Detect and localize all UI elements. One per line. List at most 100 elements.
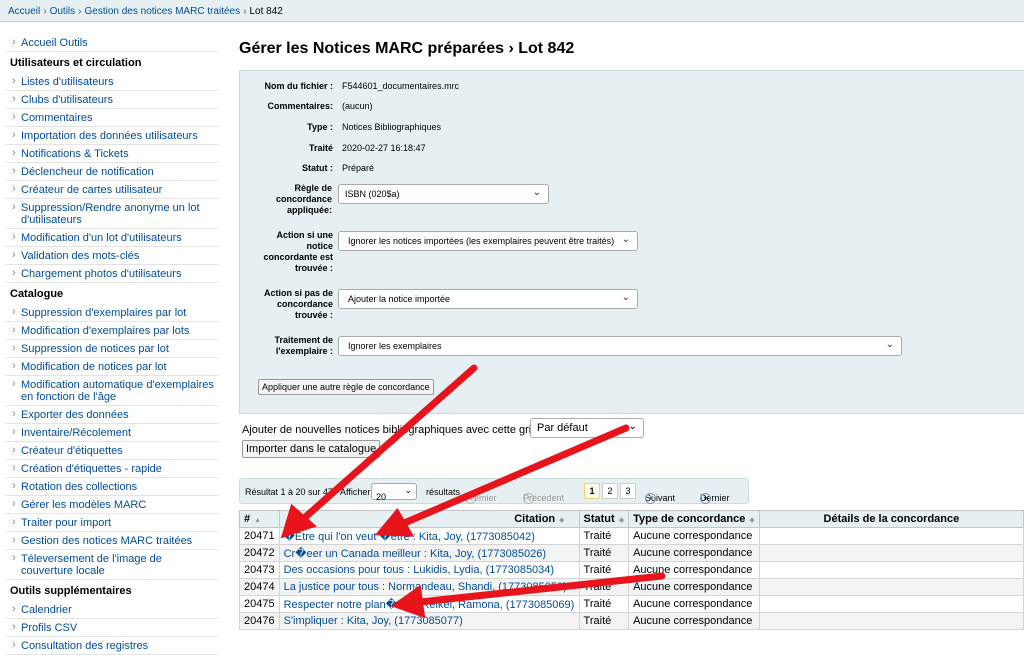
sidebar-item[interactable]: Déclencheur de notification — [6, 163, 218, 181]
per-page-value: 20 — [376, 492, 387, 502]
match-rule-select[interactable]: ISBN (020$a) ⌄ — [338, 184, 549, 204]
header-id-label: # — [244, 513, 251, 525]
citation-link[interactable]: Des occasions pour tous : Lukidis, Lydia… — [284, 564, 554, 576]
header-match-details-label: Détails de la concordance — [823, 513, 960, 525]
results-label: résultats — [426, 487, 461, 497]
citation-link[interactable]: �Etre qui l'on veut �etre : Kita, Joy, (… — [284, 531, 535, 543]
prev-page-label: Précédent — [523, 493, 565, 503]
header-match-type-label: Type de concordance — [633, 513, 746, 525]
sidebar-item[interactable]: Modification d'exemplaires par lots — [6, 322, 218, 340]
framework-select[interactable]: Par défaut ⌄ — [530, 418, 644, 438]
sidebar-item[interactable]: Création d'étiquettes - rapide — [6, 460, 218, 478]
column-header-status[interactable]: Statut ◆ — [578, 510, 630, 528]
sidebar-item[interactable]: Validation des mots-clés — [6, 247, 218, 265]
row-id: 20475 — [239, 595, 280, 613]
sidebar-item[interactable]: Importation des données utilisateurs — [6, 127, 218, 145]
per-page-select[interactable]: 20 ⌄ — [371, 483, 417, 502]
header-status-label: Statut — [583, 513, 615, 525]
sidebar-item[interactable]: Modification de notices par lot — [6, 358, 218, 376]
citation-link[interactable]: La justice pour tous : Normandeau, Shand… — [284, 581, 567, 593]
sidebar-item[interactable]: Profils CSV — [6, 619, 218, 637]
sidebar-item[interactable]: Créateur d'étiquettes — [6, 442, 218, 460]
sidebar-item[interactable]: Suppression d'exemplaires par lot — [6, 304, 218, 322]
page-number[interactable]: 2 — [602, 483, 618, 499]
pagination-bar: Résultat 1 à 20 sur 47 Afficher 20 ⌄ résu… — [239, 478, 749, 504]
sidebar-item[interactable]: Téleversement de l'image de couverture l… — [6, 550, 218, 580]
row-id: 20474 — [239, 578, 280, 596]
sidebar-item[interactable]: Commentaires — [6, 109, 218, 127]
citation-link[interactable]: Respecter notre plan�ete : Reikel, Ramon… — [284, 599, 575, 611]
framework-label: Ajouter de nouvelles notices bibliograph… — [242, 424, 549, 436]
chevron-down-icon: ⌄ — [621, 292, 630, 303]
row-match-type: Aucune correspondance — [628, 527, 760, 545]
page-number[interactable]: 3 — [620, 483, 636, 499]
sidebar-item[interactable]: Consultation des registres — [6, 637, 218, 655]
breadcrumb-marc-manage[interactable]: Gestion des notices MARC traitées — [85, 6, 241, 17]
action-nomatch-select[interactable]: Ajouter la notice importée ⌄ — [338, 289, 638, 309]
type-value: Notices Bibliographiques — [342, 122, 442, 132]
sidebar-item[interactable]: Chargement photos d'utilisateurs — [6, 265, 218, 283]
item-action-select[interactable]: Ignorer les exemplaires ⌄ — [338, 336, 902, 356]
page-title: Gérer les Notices MARC préparées › Lot 8… — [239, 40, 575, 57]
sidebar-item[interactable]: Rotation des collections — [6, 478, 218, 496]
citation-link[interactable]: S'impliquer : Kita, Joy, (1773085077) — [284, 615, 463, 627]
breadcrumb-separator: › — [78, 6, 82, 17]
row-match-details — [758, 561, 1024, 579]
breadcrumb-separator: › — [43, 6, 47, 17]
column-header-citation[interactable]: Citation ◆ — [278, 510, 580, 528]
breadcrumb-separator: › — [243, 6, 247, 17]
item-action-value: Ignorer les exemplaires — [348, 341, 442, 351]
action-match-select[interactable]: Ignorer les notices importées (les exemp… — [338, 231, 638, 251]
sidebar-item[interactable]: Suppression de notices par lot — [6, 340, 218, 358]
sidebar-item[interactable]: Suppression/Rendre anonyme un lot d'util… — [6, 199, 218, 229]
row-match-details — [758, 527, 1024, 545]
column-header-id[interactable]: # ▲ — [239, 510, 280, 528]
breadcrumb-home[interactable]: Accueil — [8, 6, 40, 17]
sidebar-item-tools-home[interactable]: Accueil Outils — [6, 34, 218, 52]
sidebar-item[interactable]: Traiter pour import — [6, 514, 218, 532]
sidebar-item[interactable]: Clubs d'utilisateurs — [6, 91, 218, 109]
chevron-down-icon: ⌄ — [885, 339, 894, 350]
action-match-value: Ignorer les notices importées (les exemp… — [348, 236, 615, 246]
row-id: 20476 — [239, 612, 280, 630]
column-header-match-type[interactable]: Type de concordance ◆ — [628, 510, 760, 528]
row-citation: S'impliquer : Kita, Joy, (1773085077) — [278, 612, 580, 630]
row-match-type: Aucune correspondance — [628, 561, 760, 579]
last-page-icon: » — [700, 493, 711, 504]
sidebar-item[interactable]: Gestion des notices MARC traitées — [6, 532, 218, 550]
sidebar: Accueil Outils Utilisateurs et circulati… — [6, 34, 218, 655]
sidebar-item[interactable]: Inventaire/Récolement — [6, 424, 218, 442]
processed-value: 2020-02-27 16:18:47 — [342, 143, 426, 153]
row-id: 20472 — [239, 544, 280, 562]
sort-icon: ◆ — [618, 517, 625, 524]
apply-match-rule-button[interactable]: Appliquer une autre règle de concordance — [258, 379, 434, 395]
table-row: 20473 Des occasions pour tous : Lukidis,… — [239, 561, 1024, 579]
comments-value: (aucun) — [342, 101, 373, 111]
table-row: 20472 Cr�eer un Canada meilleur : Kita, … — [239, 544, 1024, 562]
results-summary: Résultat 1 à 20 sur 47 — [245, 487, 334, 497]
breadcrumb-tools[interactable]: Outils — [50, 6, 76, 17]
page-number-current[interactable]: 1 — [584, 483, 600, 499]
sidebar-item[interactable]: Listes d'utilisateurs — [6, 73, 218, 91]
chevron-down-icon: ⌄ — [621, 234, 630, 245]
sidebar-item[interactable]: Gérer les modèles MARC — [6, 496, 218, 514]
sidebar-item[interactable]: Modification automatique d'exemplaires e… — [6, 376, 218, 406]
sidebar-item[interactable]: Exporter des données — [6, 406, 218, 424]
column-header-match-details: Détails de la concordance — [758, 510, 1024, 528]
citation-link[interactable]: Cr�eer un Canada meilleur : Kita, Joy, (… — [284, 548, 546, 560]
row-status: Traité — [578, 612, 630, 630]
import-catalog-button[interactable]: Importer dans le catalogue — [242, 440, 381, 458]
sidebar-item[interactable]: Notifications & Tickets — [6, 145, 218, 163]
processed-label: Traité — [308, 143, 333, 153]
sidebar-item[interactable]: Modification d'un lot d'utilisateurs — [6, 229, 218, 247]
row-match-details — [758, 612, 1024, 630]
sidebar-section-title: Outils supplémentaires — [10, 585, 132, 597]
breadcrumb: Accueil › Outils › Gestion des notices MARC … — [0, 0, 1024, 22]
table-row: 20476 S'impliquer : Kita, Joy, (17730850… — [239, 612, 1024, 630]
next-page-icon: › — [645, 493, 656, 504]
status-value: Préparé — [342, 163, 375, 173]
sort-icon: ◆ — [559, 517, 565, 524]
sidebar-item[interactable]: Créateur de cartes utilisateur — [6, 181, 218, 199]
type-label: Type : — [307, 122, 333, 132]
sidebar-item[interactable]: Calendrier — [6, 601, 218, 619]
